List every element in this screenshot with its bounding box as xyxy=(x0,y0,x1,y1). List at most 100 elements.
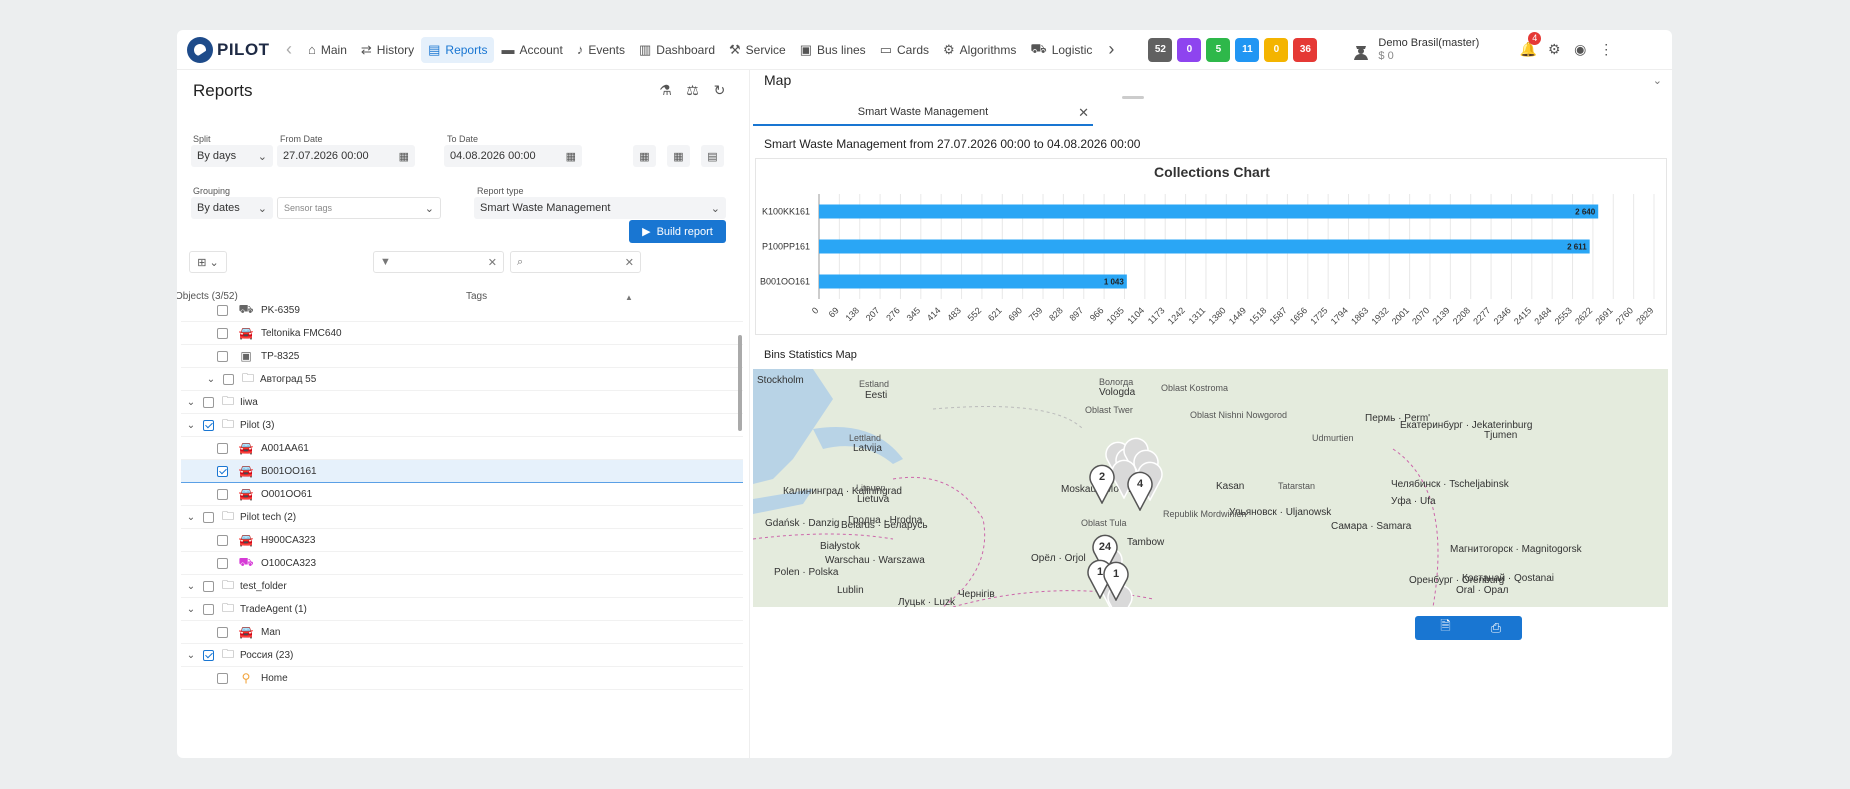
nav-item-history[interactable]: ⇄ History xyxy=(354,37,421,63)
x-tick-label: 2139 xyxy=(1431,305,1452,326)
map-cluster-pin-icon[interactable]: 2 xyxy=(1087,464,1117,504)
nav-item-main[interactable]: ⌂ Main xyxy=(301,37,354,63)
tab-smart-waste-management[interactable]: Smart Waste Management ✕ xyxy=(753,100,1093,126)
checkbox[interactable] xyxy=(217,534,228,546)
tree-folder-row[interactable]: ⌄ 🗀 Автоград 55 xyxy=(181,368,743,391)
tree-folder-row[interactable]: ⌄ 🗀 Iiwa xyxy=(181,391,743,414)
from-date-value: 27.07.2026 00:00 xyxy=(283,150,369,162)
checkbox[interactable] xyxy=(223,373,234,385)
chevron-down-icon[interactable]: ⌄ xyxy=(185,397,197,408)
calendar-month-icon[interactable]: ▤ xyxy=(701,145,724,167)
nav-prev-arrow-icon[interactable]: ‹ xyxy=(277,39,301,60)
tree-object-row[interactable]: 🚘 H900CA323 xyxy=(181,529,743,552)
checkbox[interactable] xyxy=(217,442,228,454)
checkbox[interactable] xyxy=(217,488,228,500)
settings-gear-icon[interactable]: ⚙ xyxy=(1541,41,1567,58)
report-type-select[interactable]: Smart Waste Management ⌄ xyxy=(474,197,726,219)
checkbox[interactable] xyxy=(203,511,214,523)
build-report-button[interactable]: ▶ Build report xyxy=(629,220,726,243)
tree-folder-row[interactable]: ⌄ 🗀 Pilot tech (2) xyxy=(181,506,743,529)
status-badge[interactable]: 11 xyxy=(1235,37,1260,62)
checkbox[interactable] xyxy=(203,603,214,615)
chevron-down-icon[interactable]: ⌄ xyxy=(185,581,197,592)
support-icon[interactable]: ◉ xyxy=(1567,41,1593,58)
nav-item-logistic[interactable]: ⛟ Logistic xyxy=(1023,37,1099,63)
status-badge[interactable]: 0 xyxy=(1177,37,1202,62)
checkbox[interactable] xyxy=(217,672,228,684)
nav-item-dashboard[interactable]: ▥ Dashboard xyxy=(632,37,722,63)
clear-icon[interactable]: ✕ xyxy=(625,256,634,269)
print-button[interactable]: ⎙ xyxy=(1470,616,1522,640)
chevron-down-icon[interactable]: ⌄ xyxy=(185,650,197,661)
checkbox[interactable] xyxy=(203,419,214,431)
calendar-week-icon[interactable]: ▦ xyxy=(667,145,690,167)
checkbox[interactable] xyxy=(217,465,228,477)
nav-item-events[interactable]: ♪ Events xyxy=(570,37,632,63)
close-icon[interactable]: ✕ xyxy=(1078,105,1089,121)
nav-item-bus-lines[interactable]: ▣ Bus lines xyxy=(793,37,873,63)
to-date-input[interactable]: 04.08.2026 00:00 ▦ xyxy=(444,145,582,167)
tree-object-row[interactable]: 🚘 O001OO61 xyxy=(181,483,743,506)
tree-object-row[interactable]: ⛟ PK-6359 xyxy=(181,299,743,322)
tree-object-row[interactable]: 🚘 A001AA61 xyxy=(181,437,743,460)
tree-object-row[interactable]: 🚘 B001OO161 xyxy=(181,460,743,483)
tree-object-row[interactable]: ▣ TP-8325 xyxy=(181,345,743,368)
collapse-chevron-icon[interactable]: ⌄ xyxy=(1653,74,1662,87)
nav-next-arrow-icon[interactable]: › xyxy=(1099,39,1123,60)
refresh-icon[interactable]: ↻ xyxy=(706,82,733,99)
checkbox[interactable] xyxy=(217,350,228,362)
tree-folder-row[interactable]: ⌄ 🗀 Россия (23) xyxy=(181,644,743,667)
nav-item-algorithms[interactable]: ⚙ Algorithms xyxy=(936,37,1023,63)
notifications-bell-icon[interactable]: 🔔 4 xyxy=(1515,32,1542,58)
tree-view-toggle[interactable]: ⊞ ⌄ xyxy=(189,251,227,273)
map-cluster-pin-icon[interactable]: 1 xyxy=(1101,561,1131,601)
tree-folder-row[interactable]: ⌄ 🗀 TradeAgent (1) xyxy=(181,598,743,621)
tree-object-row[interactable]: ⚲ Home xyxy=(181,667,743,690)
checkbox[interactable] xyxy=(217,557,228,569)
tree-object-row[interactable]: 🚘 Man xyxy=(181,621,743,644)
object-search-input[interactable]: ⌕ ✕ xyxy=(510,251,641,273)
tree-object-row[interactable]: ⛟ O100CA323 xyxy=(181,552,743,575)
status-badge[interactable]: 52 xyxy=(1148,37,1173,62)
checkbox[interactable] xyxy=(217,304,228,316)
calendar-icon[interactable]: ▦ xyxy=(399,150,409,163)
more-menu-icon[interactable]: ⋮ xyxy=(1593,41,1619,58)
calendar-icon[interactable]: ▦ xyxy=(566,150,576,163)
checkbox[interactable] xyxy=(217,327,228,339)
status-badge[interactable]: 36 xyxy=(1293,37,1318,62)
status-badge[interactable]: 0 xyxy=(1264,37,1289,62)
nav-item-reports[interactable]: ▤ Reports xyxy=(421,36,495,63)
map-place-label: Орёл · Orjol xyxy=(1031,553,1086,564)
bins-statistics-map[interactable]: Stockholm Estland Eesti Вологда Vologda Oblas… xyxy=(753,369,1668,607)
resize-handle[interactable] xyxy=(1122,96,1144,99)
checkbox[interactable] xyxy=(203,396,214,408)
tag-filter-input[interactable]: ▼ ✕ xyxy=(373,251,504,273)
chevron-down-icon[interactable]: ⌄ xyxy=(185,604,197,615)
chevron-down-icon[interactable]: ⌄ xyxy=(185,420,197,431)
checkbox[interactable] xyxy=(203,580,214,592)
nav-item-account[interactable]: ▬ Account xyxy=(494,37,569,63)
export-pdf-button[interactable]: 🗎 xyxy=(1415,616,1476,640)
compare-scales-icon[interactable]: ⚖ xyxy=(679,82,706,99)
pilot-logo[interactable]: PILOT xyxy=(187,36,277,63)
tree-folder-row[interactable]: ⌄ 🗀 Pilot (3) xyxy=(181,414,743,437)
split-select[interactable]: By days ⌄ xyxy=(191,145,273,167)
checkbox[interactable] xyxy=(203,649,214,661)
map-cluster-pin-icon[interactable]: 4 xyxy=(1125,471,1155,511)
tree-folder-row[interactable]: ⌄ 🗀 test_folder xyxy=(181,575,743,598)
sensor-tags-select[interactable]: Sensor tags ⌄ xyxy=(277,197,441,219)
chevron-down-icon[interactable]: ⌄ xyxy=(185,512,197,523)
user-menu[interactable]: Demo Brasil(master) $ 0 xyxy=(1350,37,1479,63)
checkbox[interactable] xyxy=(217,626,228,638)
nav-item-service[interactable]: ⚒ Service xyxy=(722,37,793,63)
report-templates-icon[interactable]: ⚗ xyxy=(652,82,679,99)
tree-scrollbar[interactable] xyxy=(738,335,742,431)
status-badge[interactable]: 5 xyxy=(1206,37,1231,62)
calendar-preset-icon[interactable]: ▦ xyxy=(633,145,656,167)
tree-object-row[interactable]: 🚘 Teltonika FMC640 xyxy=(181,322,743,345)
clear-icon[interactable]: ✕ xyxy=(488,256,497,269)
from-date-input[interactable]: 27.07.2026 00:00 ▦ xyxy=(277,145,415,167)
chevron-down-icon[interactable]: ⌄ xyxy=(205,374,217,385)
grouping-select[interactable]: By dates ⌄ xyxy=(191,197,273,219)
nav-item-cards[interactable]: ▭ Cards xyxy=(873,37,936,63)
